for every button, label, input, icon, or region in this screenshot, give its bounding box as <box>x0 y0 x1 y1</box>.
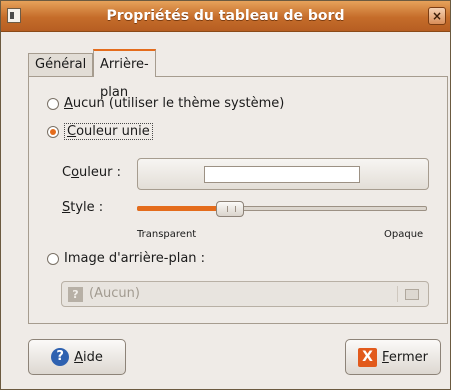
color-picker-button[interactable] <box>137 158 429 190</box>
help-button[interactable]: ? Aide <box>28 339 126 375</box>
window-title: Propriétés du tableau de bord <box>106 8 345 24</box>
radio-image-label: Image d'arrière-plan : <box>64 251 206 266</box>
help-icon: ? <box>51 348 70 366</box>
style-slider[interactable] <box>137 201 429 217</box>
radio-solid-color-label: Couleur unie <box>64 123 153 140</box>
radio-none[interactable] <box>47 97 59 110</box>
tab-general[interactable]: Général <box>28 53 94 77</box>
close-icon: X <box>358 347 378 367</box>
close-button-label: Fermer <box>382 349 428 365</box>
radio-none-label: Aucun (utiliser le thème système) <box>64 96 285 111</box>
color-label: Couleur : <box>62 165 121 180</box>
window-close-button[interactable]: × <box>428 7 446 25</box>
radio-image-row[interactable]: Image d'arrière-plan : <box>47 251 205 266</box>
file-chooser-separator <box>397 286 398 302</box>
close-button[interactable]: X Fermer <box>345 339 441 375</box>
radio-solid-color-row[interactable]: Couleur unie <box>47 123 153 140</box>
unknown-file-icon: ? <box>68 287 83 302</box>
radio-solid-color[interactable] <box>47 125 59 138</box>
file-chooser-value: (Aucun) <box>89 286 140 301</box>
radio-image[interactable] <box>47 252 59 265</box>
slider-thumb[interactable] <box>215 201 244 217</box>
slider-min-label: Transparent <box>137 229 197 240</box>
dialog-window: Propriétés du tableau de bord × Général … <box>0 0 451 390</box>
tab-background[interactable]: Arrière-plan <box>93 49 156 100</box>
color-swatch <box>204 166 360 183</box>
slider-max-label: Opaque <box>384 229 424 240</box>
radio-none-row[interactable]: Aucun (utiliser le thème système) <box>47 96 284 111</box>
style-label: Style : <box>62 200 104 215</box>
help-button-label: Aide <box>74 349 103 365</box>
image-file-chooser[interactable]: ? (Aucun) <box>61 281 429 307</box>
folder-icon <box>405 289 419 300</box>
title-bar[interactable]: Propriétés du tableau de bord × <box>1 1 450 32</box>
